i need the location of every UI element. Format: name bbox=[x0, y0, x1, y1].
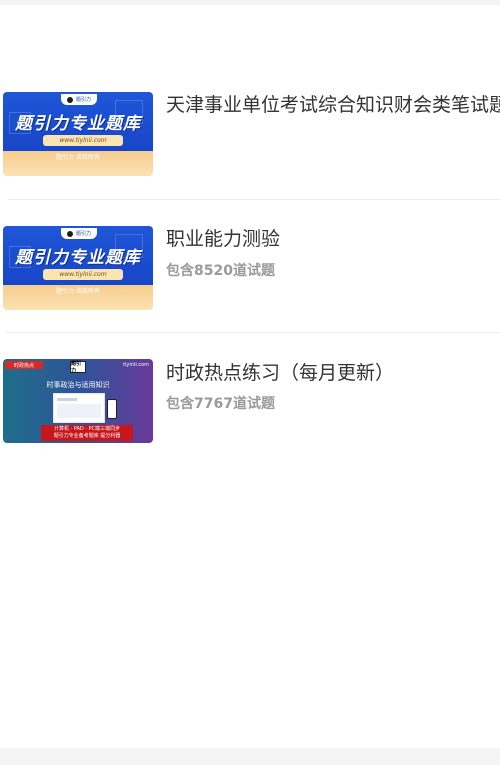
bottom-strip bbox=[0, 748, 500, 765]
item-thumbnail[interactable]: 时政热点 题引力 tiyinli.com 时事政治与适用知识 计算机 · PAD… bbox=[3, 359, 153, 443]
banner-url: www.tiylnii.com bbox=[43, 135, 123, 146]
item-thumbnail[interactable]: 题引力 题引力专业题库 www.tiylnii.com 题引力 成就所有 bbox=[3, 92, 153, 176]
banner-headline: 题引力专业题库 bbox=[15, 114, 141, 134]
banner-headline: 题引力专业题库 bbox=[15, 248, 141, 268]
thumb-feature-line: 计算机 · PAD · PC端三端同步 bbox=[53, 426, 120, 432]
item-thumbnail[interactable]: 题引力 题引力专业题库 www.tiylnii.com 题引力 成就所有 bbox=[3, 226, 153, 310]
banner-slogan: 题引力 成就所有 bbox=[56, 288, 100, 295]
question-count: 包含7767道试题 bbox=[166, 396, 275, 412]
brand-logo: 题引力 bbox=[61, 228, 97, 239]
item-title[interactable]: 时政热点练习（每月更新） bbox=[166, 361, 394, 385]
list-item[interactable]: 题引力 题引力专业题库 www.tiylnii.com 题引力 成就所有 天津事… bbox=[0, 92, 500, 192]
thumb-heading: 时事政治与适用知识 bbox=[46, 381, 110, 389]
question-count: 包含8520道试题 bbox=[166, 263, 275, 279]
brand-logo: 题引力 bbox=[70, 361, 86, 374]
logo-text: 题引力 bbox=[75, 97, 91, 103]
list-item[interactable]: 题引力 题引力专业题库 www.tiylnii.com 题引力 成就所有 职业能… bbox=[0, 226, 500, 326]
divider bbox=[8, 199, 500, 200]
thumb-feature-box: 计算机 · PAD · PC端三端同步 题引力专业备考题库 提分利器 bbox=[41, 425, 133, 441]
list-item[interactable]: 时政热点 题引力 tiyinli.com 时事政治与适用知识 计算机 · PAD… bbox=[0, 359, 500, 459]
brand-logo: 题引力 bbox=[61, 94, 97, 105]
thumb-tag: 时政热点 bbox=[5, 361, 43, 369]
item-title[interactable]: 职业能力测验 bbox=[166, 227, 280, 251]
banner-slogan: 题引力 成就所有 bbox=[56, 154, 100, 161]
item-title[interactable]: 天津事业单位考试综合知识财会类笔试题 bbox=[166, 93, 500, 117]
monitor-icon bbox=[53, 393, 105, 423]
divider bbox=[6, 332, 500, 333]
logo-icon bbox=[66, 230, 73, 237]
thumb-feature-line: 题引力专业备考题库 提分利器 bbox=[53, 433, 121, 439]
phone-icon bbox=[107, 399, 117, 419]
logo-text: 题引力 bbox=[75, 231, 91, 237]
top-strip bbox=[0, 0, 500, 5]
logo-icon bbox=[66, 96, 73, 103]
banner-url: www.tiylnii.com bbox=[43, 269, 123, 280]
thumb-site: tiyinli.com bbox=[123, 362, 149, 368]
